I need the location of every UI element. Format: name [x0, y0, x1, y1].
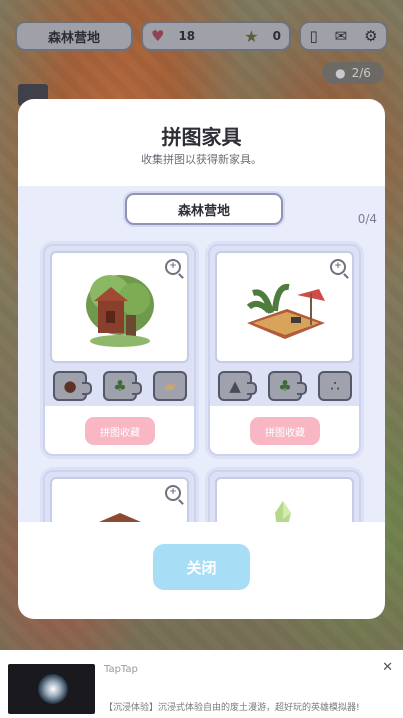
- furniture-card: + ▲ ♣ ∴ 拼图收藏: [208, 244, 361, 456]
- green-crystal-image[interactable]: [215, 477, 354, 522]
- ad-thumbnail[interactable]: [8, 664, 95, 714]
- puzzle-pieces: ● ♣ ▰: [53, 371, 187, 401]
- camp-table-image[interactable]: +: [215, 251, 354, 363]
- heart-icon: ♥: [151, 27, 165, 45]
- ad-brand: TapTap: [104, 664, 138, 675]
- modal-subtitle: 收集拼图以获得新家具。: [141, 153, 262, 166]
- puzzle-pieces: ▲ ♣ ∴: [218, 371, 352, 401]
- ad-description: 【沉浸体验】沉浸式体验自由的废土漫游，超好玩的英雄模拟器!: [104, 703, 360, 713]
- furniture-card: [208, 470, 361, 522]
- close-icon[interactable]: ✕: [382, 660, 393, 675]
- collection-progress-badge: ● 2/6: [322, 62, 384, 84]
- ad-banner[interactable]: TapTap 【沉浸体验】沉浸式体验自由的废土漫游，超好玩的英雄模拟器! ✕: [0, 650, 403, 718]
- furniture-card: +: [43, 470, 196, 522]
- acorn-piece-icon: ●: [53, 371, 92, 401]
- gear-icon[interactable]: ⚙: [364, 27, 377, 45]
- location-text: 森林营地: [47, 30, 100, 46]
- star-icon: ★: [244, 26, 259, 46]
- puzzle-collect-button[interactable]: 拼图收藏: [85, 417, 155, 445]
- phone-icon[interactable]: ▯: [309, 27, 317, 45]
- hearts-count: 18: [178, 29, 196, 43]
- zoom-icon[interactable]: +: [165, 259, 181, 275]
- zoom-icon[interactable]: +: [165, 485, 181, 501]
- hud-icon-bar: ▯ ✉ ⚙: [299, 21, 388, 51]
- location-label[interactable]: 森林营地: [15, 21, 133, 51]
- puzzle-furniture-modal: 拼图家具 收集拼图以获得新家具。 + ● ♣ ▰ 拼图收藏 + ▲ ♣ ∴ 拼图…: [18, 99, 385, 619]
- bush-piece-icon: ♣: [268, 371, 307, 401]
- cat-icon: ●: [335, 66, 346, 80]
- modal-title: 拼图家具: [161, 125, 242, 149]
- stats-bar: ♥ 18 ★ 0: [141, 21, 291, 51]
- hearts-stat: ♥ 18: [151, 27, 195, 45]
- furniture-card: + ● ♣ ▰ 拼图收藏: [43, 244, 196, 456]
- collected-count: 0/4: [357, 212, 377, 226]
- category-dropdown[interactable]: 森林营地: [125, 193, 283, 225]
- zoom-icon[interactable]: +: [330, 259, 346, 275]
- bush-piece-icon: ♣: [103, 371, 142, 401]
- green-crystal-illustration: [275, 501, 291, 522]
- pebbles-piece-icon: ∴: [318, 371, 352, 401]
- stars-stat: ★ 0: [244, 27, 281, 46]
- stars-count: 0: [272, 29, 281, 43]
- cabin-illustration: [99, 513, 141, 522]
- mail-icon[interactable]: ✉: [335, 27, 348, 45]
- puzzle-collect-button[interactable]: 拼图收藏: [250, 417, 320, 445]
- stone-piece-icon: ▲: [218, 371, 257, 401]
- cabin-image[interactable]: +: [50, 477, 189, 522]
- close-button[interactable]: 关闭: [153, 544, 250, 590]
- card-list[interactable]: + ● ♣ ▰ 拼图收藏 + ▲ ♣ ∴ 拼图收藏 +: [18, 186, 385, 522]
- treehouse-image[interactable]: +: [50, 251, 189, 363]
- plank-piece-icon: ▰: [153, 371, 187, 401]
- progress-text: 2/6: [351, 66, 371, 80]
